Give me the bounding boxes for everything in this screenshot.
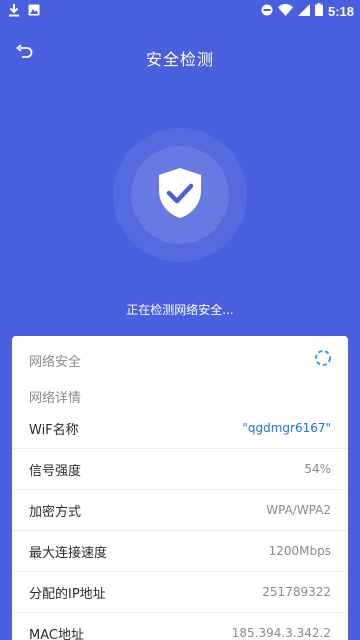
clock: 5:18 — [327, 3, 354, 19]
detail-value: 185.394.3.342.2 — [231, 626, 331, 640]
detail-label: 分配的IP地址 — [29, 586, 106, 602]
page-title: 安全检测 — [145, 50, 214, 69]
dnd-icon — [261, 4, 273, 19]
detail-row-mac: MAC地址 185.394.3.342.2 — [12, 613, 348, 640]
detail-row-encryption: 加密方式 WPA/WPA2 — [12, 490, 348, 531]
download-icon — [8, 3, 20, 20]
battery-icon — [314, 3, 323, 19]
detail-row-wifi-name: WiF名称 "qgdmgr6167" — [12, 408, 348, 449]
detail-value: "qgdmgr6167" — [242, 421, 331, 435]
detail-label: WiF名称 — [29, 422, 79, 438]
detail-value: 1200Mbps — [268, 544, 331, 558]
detail-value: 251789322 — [262, 585, 331, 599]
wifi-icon — [277, 3, 293, 19]
detail-row-ip: 分配的IP地址 251789322 — [12, 572, 348, 613]
detail-label: MAC地址 — [29, 627, 84, 640]
shield-check-icon — [157, 167, 203, 223]
status-bar: 5:18 — [0, 0, 360, 24]
scan-ring-inner — [131, 146, 229, 244]
detail-row-max-speed: 最大连接速度 1200Mbps — [12, 531, 348, 572]
detail-value: 54% — [304, 462, 331, 476]
detail-label: 最大连接速度 — [29, 545, 108, 561]
detail-value: WPA/WPA2 — [266, 503, 331, 517]
scan-status-text: 正在检测网络安全... — [126, 303, 234, 317]
image-icon — [28, 4, 40, 19]
signal-icon — [297, 3, 310, 19]
network-security-label: 网络安全 — [29, 354, 82, 370]
detail-row-signal: 信号强度 54% — [12, 449, 348, 490]
network-info-card: 网络安全 网络详情 WiF名称 "qgdmgr6167" 信号强度 54% 加密… — [12, 336, 348, 640]
network-details-header: 网络详情 — [29, 390, 82, 406]
detail-label: 信号强度 — [29, 463, 82, 479]
spinner-icon — [314, 349, 332, 371]
network-security-row: 网络安全 — [12, 336, 348, 384]
detail-label: 加密方式 — [29, 504, 82, 520]
